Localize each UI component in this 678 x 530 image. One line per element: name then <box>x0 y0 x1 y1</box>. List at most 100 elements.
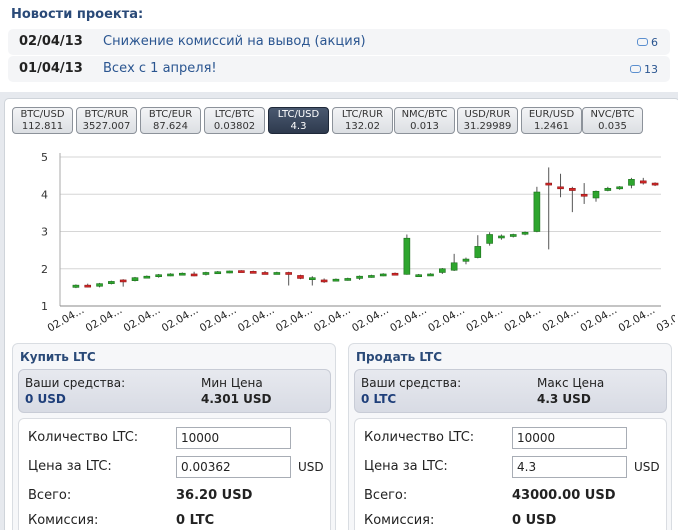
trade-panel: BTC/USD 112.811 BTC/RUR 3527.007 BTC/EUR 87… <box>4 98 678 530</box>
candle-body <box>462 258 470 262</box>
candle-body <box>651 182 659 186</box>
news-date: 01/04/13 <box>19 61 83 76</box>
ticker-pair: NVC/BTC <box>590 109 635 120</box>
x-tick-label: 02.04... <box>502 304 543 334</box>
candle-body <box>509 234 517 237</box>
x-tick-label: 02.04... <box>464 304 505 334</box>
x-tick-label: 02.04... <box>274 304 315 334</box>
candle-body <box>143 275 151 279</box>
news-item: 01/04/13 Всех с 1 апреля! 13 <box>8 56 670 82</box>
x-tick-label: 02.04... <box>426 304 467 334</box>
candle-body <box>439 268 446 273</box>
x-tick-label: 02.04... <box>160 304 201 334</box>
candle-body <box>309 277 316 280</box>
candle-body <box>368 275 375 278</box>
ticker-pair: BTC/RUR <box>84 109 129 120</box>
amount-label: Количество LTC: <box>28 430 139 445</box>
candle-body <box>332 278 340 282</box>
x-tick-label: 02.04... <box>122 304 163 334</box>
ticker-pair: BTC/USD <box>20 109 65 120</box>
ticker-tab-ltc-usd[interactable]: LTC/USD 4.3 <box>268 107 329 134</box>
ticker-rate: 0.035 <box>598 121 627 132</box>
news-link[interactable]: Всех с 1 апреля! <box>103 61 217 76</box>
candle-body <box>616 186 623 190</box>
candle-body <box>592 190 600 199</box>
x-tick-label: 02.04... <box>84 304 125 334</box>
y-tick-label: 1 <box>41 300 48 313</box>
ticker-rate: 0.03802 <box>213 121 256 132</box>
ticker-rate: 4.3 <box>290 121 307 132</box>
sell-form: Количество LTC: Цена за LTC: USD Всего: … <box>354 418 667 530</box>
candle-body <box>202 272 210 275</box>
fee-label: Комиссия: <box>28 513 99 528</box>
ticker-tab-btc-usd[interactable]: BTC/USD 112.811 <box>12 107 73 134</box>
funds-value[interactable]: 0 USD <box>25 392 66 406</box>
ticker-tab-ltc-btc[interactable]: LTC/BTC 0.03802 <box>204 107 265 134</box>
sell-fee-value: 0 USD <box>512 513 557 528</box>
ticker-pair: LTC/BTC <box>214 109 255 120</box>
ticker-pair: LTC/USD <box>277 109 320 120</box>
candle-body <box>273 272 281 275</box>
news-link[interactable]: Снижение комиссий на вывод (акция) <box>103 34 366 49</box>
sell-price-input[interactable] <box>512 456 627 478</box>
buy-total-value: 36.20 USD <box>176 488 253 503</box>
news-item: 02/04/13 Снижение комиссий на вывод (акц… <box>8 29 670 55</box>
ticker-tab-nvc-btc[interactable]: NVC/BTC 0.035 <box>582 107 643 134</box>
sell-amount-input[interactable] <box>512 427 627 449</box>
ticker-tab-usd-rur[interactable]: USD/RUR 31.29989 <box>457 107 518 134</box>
candle-body <box>119 279 127 283</box>
sell-total-value: 43000.00 USD <box>512 488 616 503</box>
candle-body <box>474 246 482 258</box>
ticker-tab-nmc-btc[interactable]: NMC/BTC 0.013 <box>394 107 455 134</box>
ticker-tab-eur-usd[interactable]: EUR/USD 1.2461 <box>521 107 582 134</box>
candle-body <box>249 271 257 274</box>
x-tick-label: 02.04... <box>350 304 391 334</box>
ticker-tab-btc-rur[interactable]: BTC/RUR 3527.007 <box>76 107 137 134</box>
comment-icon <box>637 38 648 46</box>
rate-label: Цена за LTC: <box>28 459 112 474</box>
buy-price-input[interactable] <box>176 456 291 478</box>
candle-body <box>533 191 541 232</box>
candle-body <box>356 275 363 279</box>
ticker-rate: 87.624 <box>153 121 188 132</box>
ticker-tab-btc-eur[interactable]: BTC/EUR 87.624 <box>140 107 201 134</box>
funds-value[interactable]: 0 LTC <box>361 392 396 406</box>
max-price-value[interactable]: 4.3 USD <box>537 392 591 406</box>
candle-body <box>238 270 245 273</box>
candle-body <box>96 283 103 287</box>
news-comments-count: 13 <box>644 63 658 76</box>
min-price-value[interactable]: 4.301 USD <box>201 392 271 406</box>
total-label: Всего: <box>364 488 408 503</box>
candle-body <box>214 271 222 275</box>
x-tick-label: 03.04... <box>655 304 676 334</box>
candle-body <box>415 274 422 278</box>
news-title: Новости проекта: <box>11 7 144 22</box>
ticker-tab-ltc-rur[interactable]: LTC/RUR 132.02 <box>332 107 393 134</box>
candle-body <box>285 272 292 275</box>
sell-title: Продать LTC <box>356 350 443 364</box>
candle-body <box>486 234 493 244</box>
comment-icon <box>630 65 641 73</box>
candle-body <box>391 272 399 276</box>
candle-body <box>320 279 328 283</box>
news-comments-link[interactable]: 6 <box>637 36 658 49</box>
candle-body <box>521 231 529 235</box>
buy-amount-input[interactable] <box>176 427 291 449</box>
x-tick-label: 02.04... <box>46 304 87 334</box>
buy-panel: Купить LTC Ваши средства: 0 USD Мин Цена… <box>12 343 336 530</box>
candle-body <box>190 273 198 277</box>
candle-body <box>108 281 115 284</box>
y-tick-label: 2 <box>41 263 48 276</box>
total-label: Всего: <box>28 488 72 503</box>
rate-unit: USD <box>298 460 324 474</box>
candle-body <box>155 274 162 278</box>
x-tick-label: 02.04... <box>540 304 581 334</box>
amount-label: Количество LTC: <box>364 430 475 445</box>
buy-funds-box: Ваши средства: 0 USD Мин Цена 4.301 USD <box>18 369 331 413</box>
candle-body <box>545 182 553 186</box>
candle-body <box>403 237 411 275</box>
ticker-rate: 3527.007 <box>82 121 131 132</box>
buy-form: Количество LTC: Цена за LTC: USD Всего: … <box>18 418 331 530</box>
x-tick-label: 02.04... <box>578 304 619 334</box>
news-comments-link[interactable]: 13 <box>630 63 658 76</box>
